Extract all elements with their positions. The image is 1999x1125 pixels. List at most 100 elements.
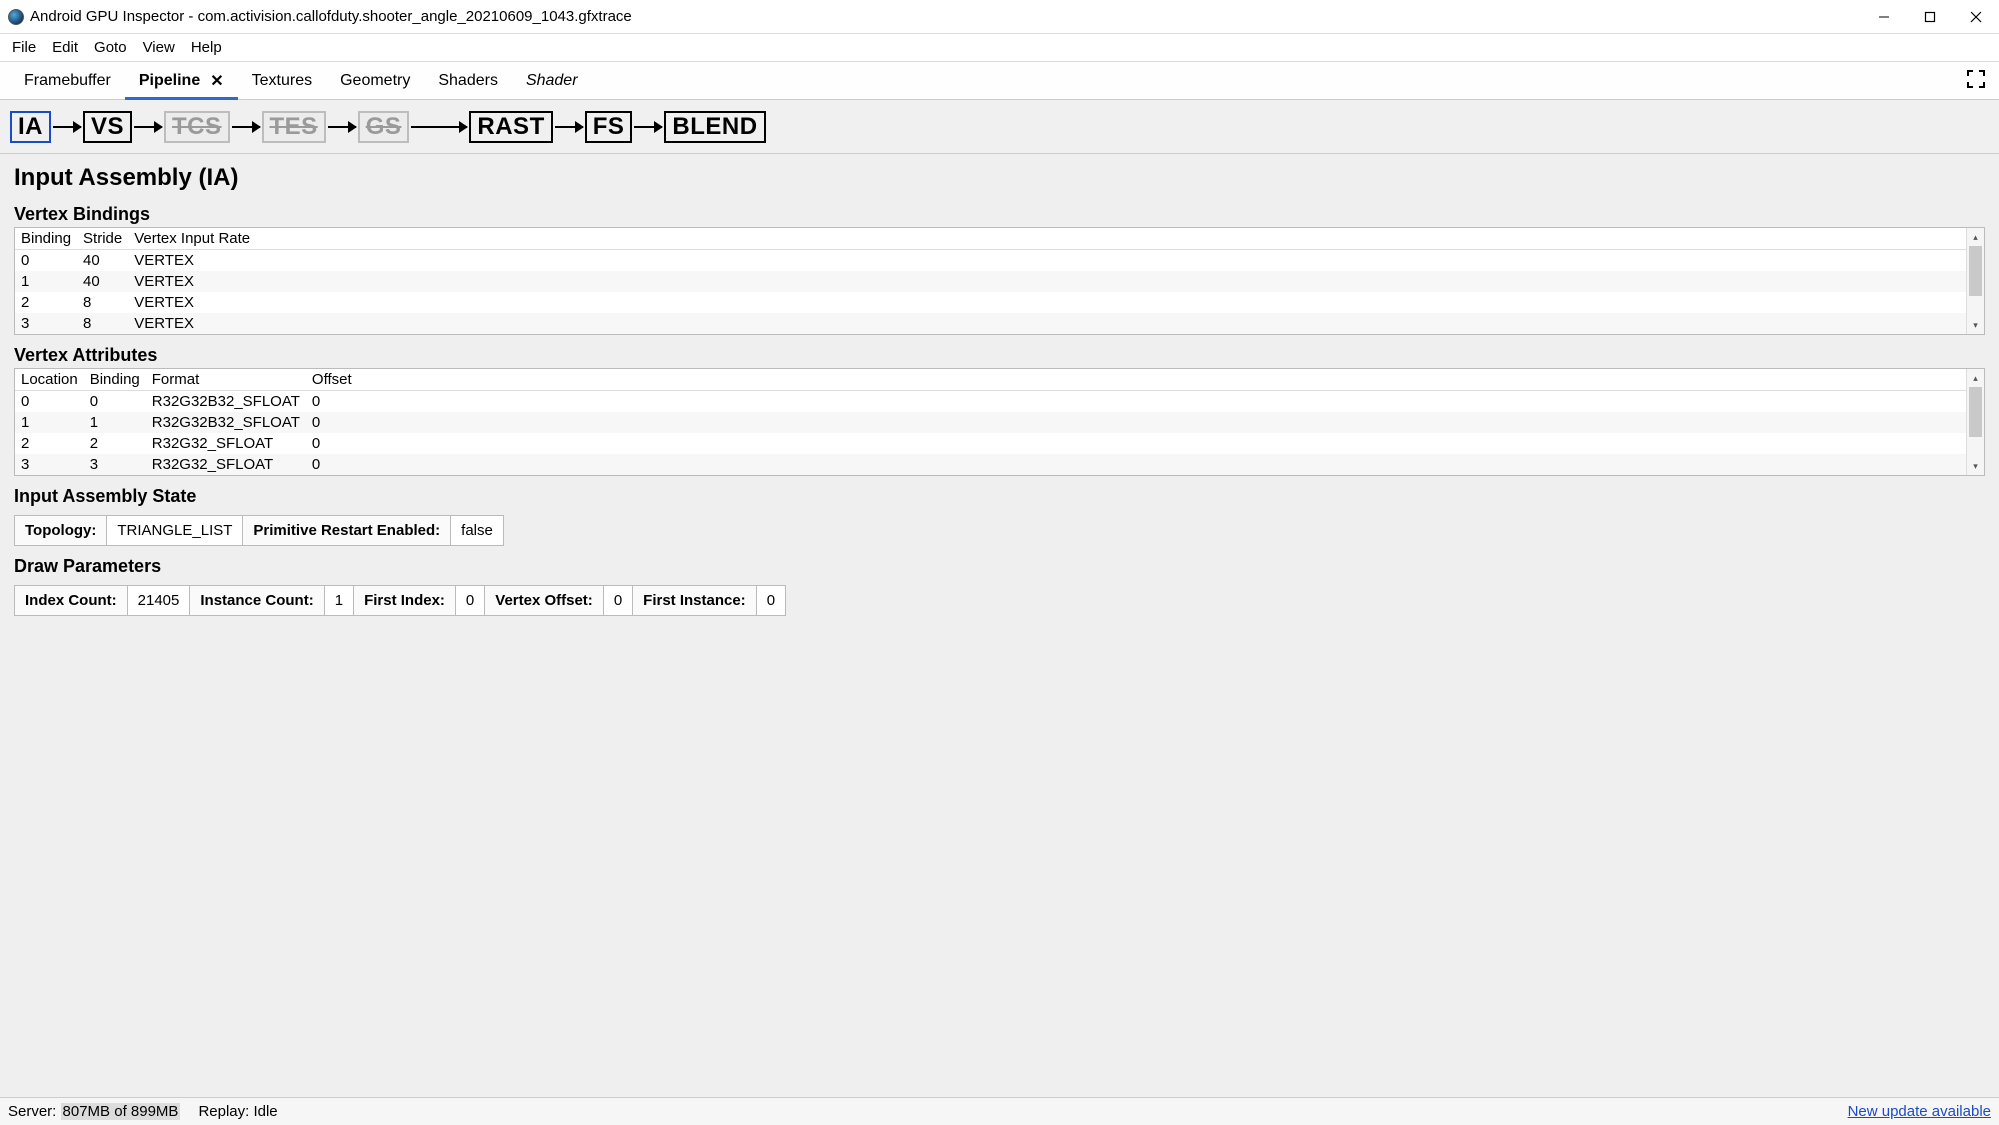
cell: R32G32B32_SFLOAT — [146, 412, 306, 433]
arrow-icon — [411, 126, 467, 128]
table-row[interactable]: 28VERTEX — [15, 292, 1966, 313]
ia-state-row: Topology: TRIANGLE_LIST Primitive Restar… — [14, 515, 504, 546]
tab-geometry[interactable]: Geometry — [326, 62, 424, 99]
vertex-attributes-table: Location Binding Format Offset 00R32G32B… — [14, 368, 1985, 476]
content-panel: Input Assembly (IA) Vertex Bindings Bind… — [0, 154, 1999, 1097]
stage-ia[interactable]: IA — [10, 111, 51, 143]
section-heading-bindings: Vertex Bindings — [14, 204, 1985, 225]
topology-value: TRIANGLE_LIST — [107, 516, 243, 545]
scroll-thumb[interactable] — [1969, 246, 1982, 296]
first-instance-value: 0 — [757, 586, 785, 615]
first-index-value: 0 — [456, 586, 485, 615]
cell: 0 — [306, 454, 1966, 475]
col-header[interactable]: Binding — [15, 228, 77, 250]
scroll-up-icon[interactable]: ▴ — [1967, 228, 1984, 246]
menu-edit[interactable]: Edit — [46, 37, 84, 58]
menu-help[interactable]: Help — [185, 37, 228, 58]
restart-value: false — [451, 516, 503, 545]
arrow-icon — [555, 126, 583, 128]
tab-framebuffer[interactable]: Framebuffer — [10, 62, 125, 99]
arrow-icon — [232, 126, 260, 128]
cell: R32G32_SFLOAT — [146, 433, 306, 454]
menu-goto[interactable]: Goto — [88, 37, 133, 58]
cell: 0 — [15, 250, 77, 272]
fullscreen-toggle-icon[interactable] — [1953, 70, 1999, 91]
cell: 3 — [15, 313, 77, 334]
cell: R32G32B32_SFLOAT — [146, 391, 306, 413]
stage-fs[interactable]: FS — [585, 111, 633, 143]
cell: 2 — [84, 433, 146, 454]
close-button[interactable] — [1953, 1, 1999, 33]
tab-shader[interactable]: Shader — [512, 62, 592, 99]
update-link[interactable]: New update available — [1848, 1103, 1991, 1120]
scroll-up-icon[interactable]: ▴ — [1967, 369, 1984, 387]
cell: VERTEX — [128, 250, 1966, 272]
cell: 3 — [15, 454, 84, 475]
table-row[interactable]: 22R32G32_SFLOAT0 — [15, 433, 1966, 454]
table-row[interactable]: 00R32G32B32_SFLOAT0 — [15, 391, 1966, 413]
tab-textures[interactable]: Textures — [238, 62, 326, 99]
col-header[interactable]: Vertex Input Rate — [128, 228, 1966, 250]
page-title: Input Assembly (IA) — [14, 164, 1985, 192]
scroll-thumb[interactable] — [1969, 387, 1982, 437]
menu-view[interactable]: View — [137, 37, 181, 58]
minimize-button[interactable] — [1861, 1, 1907, 33]
cell: 1 — [15, 412, 84, 433]
scrollbar[interactable]: ▴ ▾ — [1966, 228, 1984, 334]
stage-tes[interactable]: TES — [262, 111, 326, 143]
col-header[interactable]: Offset — [306, 369, 1966, 391]
stage-tcs[interactable]: TCS — [164, 111, 230, 143]
vertex-offset-value: 0 — [604, 586, 633, 615]
table-row[interactable]: 38VERTEX — [15, 313, 1966, 334]
tab-strip: Framebuffer Pipeline ✕ Textures Geometry… — [0, 62, 1999, 100]
title-bar: Android GPU Inspector - com.activision.c… — [0, 0, 1999, 34]
scroll-down-icon[interactable]: ▾ — [1967, 457, 1984, 475]
table-row[interactable]: 140VERTEX — [15, 271, 1966, 292]
status-bar: Server: 807MB of 899MB Replay: Idle New … — [0, 1097, 1999, 1125]
menu-bar: File Edit Goto View Help — [0, 34, 1999, 62]
tab-pipeline[interactable]: Pipeline ✕ — [125, 62, 238, 99]
maximize-button[interactable] — [1907, 1, 1953, 33]
topology-label: Topology: — [15, 516, 107, 545]
table-row[interactable]: 33R32G32_SFLOAT0 — [15, 454, 1966, 475]
tab-label: Shaders — [438, 72, 498, 90]
index-count-value: 21405 — [128, 586, 191, 615]
restart-label: Primitive Restart Enabled: — [243, 516, 451, 545]
stage-blend[interactable]: BLEND — [664, 111, 765, 143]
server-status: Server: 807MB of 899MB — [8, 1103, 180, 1120]
table-row[interactable]: 11R32G32B32_SFLOAT0 — [15, 412, 1966, 433]
stage-rast[interactable]: RAST — [469, 111, 552, 143]
arrow-icon — [53, 126, 81, 128]
vertex-bindings-table: Binding Stride Vertex Input Rate 040VERT… — [14, 227, 1985, 335]
first-instance-label: First Instance: — [633, 586, 757, 615]
pipeline-stage-bar: IA VS TCS TES GS RAST FS BLEND — [0, 100, 1999, 154]
col-header[interactable]: Format — [146, 369, 306, 391]
section-heading-attributes: Vertex Attributes — [14, 345, 1985, 366]
col-header[interactable]: Location — [15, 369, 84, 391]
cell: VERTEX — [128, 292, 1966, 313]
tab-shaders[interactable]: Shaders — [424, 62, 512, 99]
cell: 0 — [15, 391, 84, 413]
stage-vs[interactable]: VS — [83, 111, 132, 143]
cell: 1 — [15, 271, 77, 292]
cell: VERTEX — [128, 271, 1966, 292]
col-header[interactable]: Stride — [77, 228, 128, 250]
stage-gs[interactable]: GS — [358, 111, 410, 143]
tab-label: Pipeline — [139, 72, 200, 90]
menu-file[interactable]: File — [6, 37, 42, 58]
first-index-label: First Index: — [354, 586, 456, 615]
replay-label: Replay: — [198, 1103, 249, 1120]
scroll-down-icon[interactable]: ▾ — [1967, 316, 1984, 334]
server-label: Server: — [8, 1103, 56, 1120]
table-row[interactable]: 040VERTEX — [15, 250, 1966, 272]
cell: 1 — [84, 412, 146, 433]
section-heading-ia-state: Input Assembly State — [14, 486, 1985, 507]
col-header[interactable]: Binding — [84, 369, 146, 391]
scrollbar[interactable]: ▴ ▾ — [1966, 369, 1984, 475]
draw-params-row: Index Count: 21405 Instance Count: 1 Fir… — [14, 585, 786, 616]
index-count-label: Index Count: — [15, 586, 128, 615]
close-icon[interactable]: ✕ — [210, 71, 223, 91]
cell: 8 — [77, 292, 128, 313]
instance-count-value: 1 — [325, 586, 354, 615]
cell: VERTEX — [128, 313, 1966, 334]
